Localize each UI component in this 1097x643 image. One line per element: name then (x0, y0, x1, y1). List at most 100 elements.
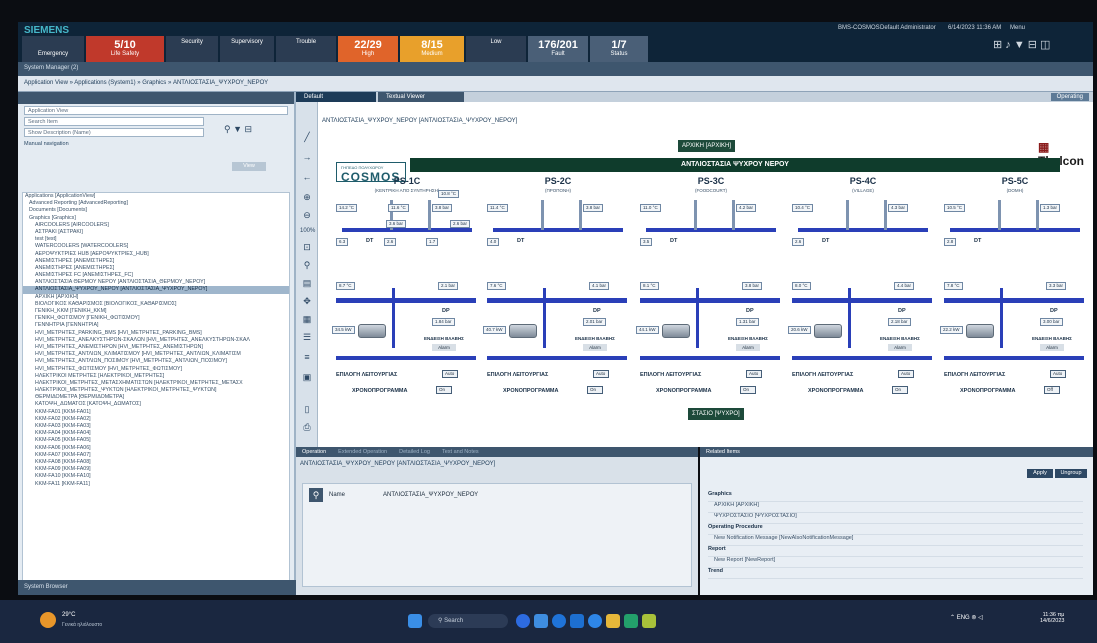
alarm-indicator[interactable]: Alarm (736, 344, 760, 351)
app-icon-2[interactable] (534, 614, 548, 628)
related-group[interactable]: Trend (708, 568, 1083, 579)
tree-node[interactable]: Advanced Reporting [AdvancedReporting] (23, 200, 289, 207)
image-icon[interactable]: ▣ (300, 370, 314, 384)
view-button[interactable]: View (232, 162, 266, 171)
operation-tab[interactable]: Operation (296, 447, 332, 457)
alarm-indicator[interactable]: Alarm (1040, 344, 1064, 351)
apply-button[interactable]: Apply (1027, 469, 1053, 478)
tree-node[interactable]: ΚΚΜ-FA01 [ΚΚΜ-FA01] (23, 409, 289, 416)
tree-node[interactable]: ΑΡΧΙΚΗ [ΑΡΧΙΚΗ] (23, 294, 289, 301)
pump-station[interactable]: PS-1C (ΚΕΝΤΡΙΚΗ ΑΠΟ ΣΥΝΤΗΡΗΣΗ) 14.2 °C 3.8 … (332, 176, 482, 406)
tree-node[interactable]: ΑΕΡΟΨΥΚΤΡΙΕΣ HUB [ΑΕΡΟΨΥΚΤΡΙΕΣ_HUB] (23, 251, 289, 258)
mode-switch[interactable]: Auto (898, 370, 914, 378)
tree-node[interactable]: HVI_ΜΕΤΡΗΤΕΣ_ΦΩΤΙΣΜΟΥ [HVI_ΜΕΤΡΗΤΕΣ_ΦΩΤΙ… (23, 366, 289, 373)
summary-tile[interactable]: 176/201 Fault (528, 36, 588, 62)
tree-node[interactable]: ΑΝΤΛΙΟΣΤΑΣΙΑ_ΨΥΧΡΟΥ_ΝΕΡΟΥ [ΑΝΤΛΙΟΣΤΑΣΙΑ_… (23, 286, 289, 294)
pump-motor[interactable] (662, 324, 690, 338)
home-button[interactable]: ΑΡΧΙΚΗ [ΑΡΧΙΚΗ] (678, 140, 736, 152)
summary-tile[interactable]: Supervisory (220, 36, 274, 62)
app-icon-6[interactable] (624, 614, 638, 628)
mode-switch[interactable]: Auto (1050, 370, 1066, 378)
summary-tile[interactable]: 1/7 Status (590, 36, 648, 62)
summary-tile[interactable]: 8/15 Medium (400, 36, 464, 62)
menu-button[interactable]: Menu (1010, 25, 1025, 31)
tree-node[interactable]: ΘΕΡΜΙΔΟΜΕΤΡΑ [ΘΕΡΜΙΔΟΜΕΤΡΑ] (23, 394, 289, 401)
tree-node[interactable]: ΑΝΕΜΙΣΤΗΡΕΣ [ΑΝΕΜΙΣΤΗΡΕΣ] (23, 258, 289, 265)
mode-switch[interactable]: Auto (593, 370, 609, 378)
related-item[interactable]: New Notification Message [NewAlsoNotific… (708, 535, 1083, 546)
tree-node[interactable]: ΚΚΜ-FA05 [ΚΚΜ-FA05] (23, 437, 289, 444)
tree-node[interactable]: ΚΑΤΟΨΗ_ΔΩΜΑΤΟΣ [ΚΑΤΟΨΗ_ΔΩΜΑΤΟΣ] (23, 401, 289, 408)
tree-view[interactable]: Applications [ApplicationView] Advanced R… (22, 192, 290, 582)
tree-node[interactable]: Graphics [Graphics] (23, 215, 289, 222)
summary-tile[interactable]: 22/29 High (338, 36, 398, 62)
tree-node[interactable]: ΚΚΜ-FA03 [ΚΚΜ-FA03] (23, 423, 289, 430)
menu-icon[interactable]: ≡ (300, 350, 314, 364)
station-button[interactable]: ΣΤΑΣΙΟ [ΨΥΧΡΟ] (688, 408, 744, 420)
tree-node[interactable]: ΑΝΕΜΙΣΤΗΡΕΣ [ΑΝΕΜΙΣΤΗΡΕΣ] (23, 265, 289, 272)
clock[interactable]: 11:36 πμ 14/6/2023 (1040, 612, 1064, 624)
ungroup-button[interactable]: Ungroup (1055, 469, 1087, 478)
pump-station[interactable]: PS-2C (ΠΡΟΠΟΝΗ) 11.4 °C 3.8 bar 4.0 DT 7.6 °C 4… (483, 176, 633, 406)
related-item[interactable]: ΨΥΧΡΟΣΤΑΣΙΟ [ΨΥΧΡΟΣΤΑΣΙΟ] (708, 513, 1083, 524)
list-icon[interactable]: ☰ (300, 330, 314, 344)
tree-node[interactable]: ΚΚΜ-FA02 [ΚΚΜ-FA02] (23, 416, 289, 423)
tree-node[interactable]: ΚΚΜ-FA07 [ΚΚΜ-FA07] (23, 452, 289, 459)
related-item[interactable]: New Report [NewReport] (708, 557, 1083, 568)
zoom-level[interactable]: 100% (300, 224, 315, 238)
alarm-indicator[interactable]: Alarm (583, 344, 607, 351)
schedule-switch[interactable]: On (587, 386, 603, 394)
tree-node[interactable]: ΚΚΜ-FA06 [ΚΚΜ-FA06] (23, 445, 289, 452)
mode-switch[interactable]: Auto (746, 370, 762, 378)
tree-node[interactable]: ΗΛΕΚΤΡΙΚΟΙ_ΜΕΤΡΗΤΕΣ_ΨΥΚΤΩΝ [ΗΛΕΚΤΡΙΚΟΙ_Μ… (23, 387, 289, 394)
pump-motor[interactable] (509, 324, 537, 338)
search-input[interactable]: Search Item (24, 117, 204, 126)
pump-motor[interactable] (966, 324, 994, 338)
pump-station[interactable]: PS-3C (FOODCOURT) 11.0 °C 4.2 bar 3.5 DT 8.1 °… (636, 176, 786, 406)
app-icon-4[interactable] (570, 614, 584, 628)
tree-node[interactable]: ΚΚΜ-FA10 [ΚΚΜ-FA10] (23, 473, 289, 480)
layers-icon[interactable]: ▤ (300, 276, 314, 290)
weather-icon[interactable] (40, 612, 56, 628)
related-item[interactable]: ΑΡΧΙΚΗ [ΑΡΧΙΚΗ] (708, 502, 1083, 513)
pump-station[interactable]: PS-4C (VILLAGE) 10.4 °C 4.3 bar 2.6 DT 8.0 °C 4… (788, 176, 938, 406)
zoom-in-icon[interactable]: ⊕ (300, 190, 314, 204)
schedule-switch[interactable]: On (436, 386, 452, 394)
summary-tile[interactable]: Trouble (276, 36, 336, 62)
tree-node[interactable]: ΑΣΤΡΑΚΙ [ΑΣΤΡΑΚΙ] (23, 229, 289, 236)
operating-button[interactable]: Operating (1050, 93, 1089, 101)
summary-tile[interactable]: Low (466, 36, 526, 62)
arrow-left-icon[interactable]: ← (300, 170, 314, 184)
operation-tab[interactable]: Detailed Log (393, 447, 436, 457)
tree-node[interactable]: ΓΕΝΙΚΗ_ΦΩΤΙΣΜΟΥ [ΓΕΝΙΚΗ_ΦΩΤΙΣΜΟΥ] (23, 315, 289, 322)
search-box[interactable]: ⚲ Search (428, 614, 508, 628)
view-selector[interactable]: Application View (24, 106, 288, 115)
tree-node[interactable]: WATERCOOLERS [WATERCOOLERS] (23, 243, 289, 250)
tree-node[interactable]: HVI_ΜΕΤΡΗΤΕΣ_ΑΝΕΛΚΥΣΤΗΡΩΝ-ΣΚΑΛΩΝ [HVI_ΜΕ… (23, 337, 289, 344)
tree-node[interactable]: ΚΚΜ-FA11 [ΚΚΜ-FA11] (23, 481, 289, 488)
pen-icon[interactable]: ╱ (300, 130, 314, 144)
tree-node[interactable]: HVI_ΜΕΤΡΗΤΕΣ_ΑΝΤΛΙΩΝ_ΚΛΙΜΑΤΙΣΜΟΥ [HVI_ΜΕ… (23, 351, 289, 358)
summary-tile[interactable]: 5/10 Life Safety (86, 36, 164, 62)
tree-node[interactable]: ΑΝΕΜΙΣΤΗΡΕΣ FC [ΑΝΕΜΙΣΤΗΡΕΣ_FC] (23, 272, 289, 279)
tree-node[interactable]: test [test] (23, 236, 289, 243)
tab-textual-viewer[interactable]: Textual Viewer (378, 92, 464, 102)
app-icon-7[interactable] (642, 614, 656, 628)
schedule-switch[interactable]: On (892, 386, 908, 394)
schedule-switch[interactable]: On (740, 386, 756, 394)
start-icon[interactable] (408, 614, 422, 628)
tree-node[interactable]: ΗΛΕΚΤΡΙΚΟΙ ΜΕΤΡΗΤΕΣ [ΗΛΕΚΤΡΙΚΟΙ_ΜΕΤΡΗΤΕΣ… (23, 373, 289, 380)
grid-icon[interactable]: ▦ (300, 312, 314, 326)
arrow-right-icon[interactable]: → (300, 150, 314, 164)
print-icon[interactable]: ⎙ (300, 420, 314, 434)
page-icon[interactable]: ▯ (300, 402, 314, 416)
tree-node[interactable]: ΚΚΜ-FA08 [ΚΚΜ-FA08] (23, 459, 289, 466)
tab-default[interactable]: Default (296, 92, 376, 102)
tree-node[interactable]: HVI_ΜΕΤΡΗΤΕΣ_PARKING_BMS [HVI_ΜΕΤΡΗΤΕΣ_P… (23, 330, 289, 337)
summary-tile[interactable]: Security (166, 36, 218, 62)
operation-tab[interactable]: Text and Notes (436, 447, 485, 457)
folder-icon[interactable] (606, 614, 620, 628)
app-icon-5[interactable] (588, 614, 602, 628)
tree-node[interactable]: ΚΚΜ-FA09 [ΚΚΜ-FA09] (23, 466, 289, 473)
app-icon-1[interactable] (516, 614, 530, 628)
